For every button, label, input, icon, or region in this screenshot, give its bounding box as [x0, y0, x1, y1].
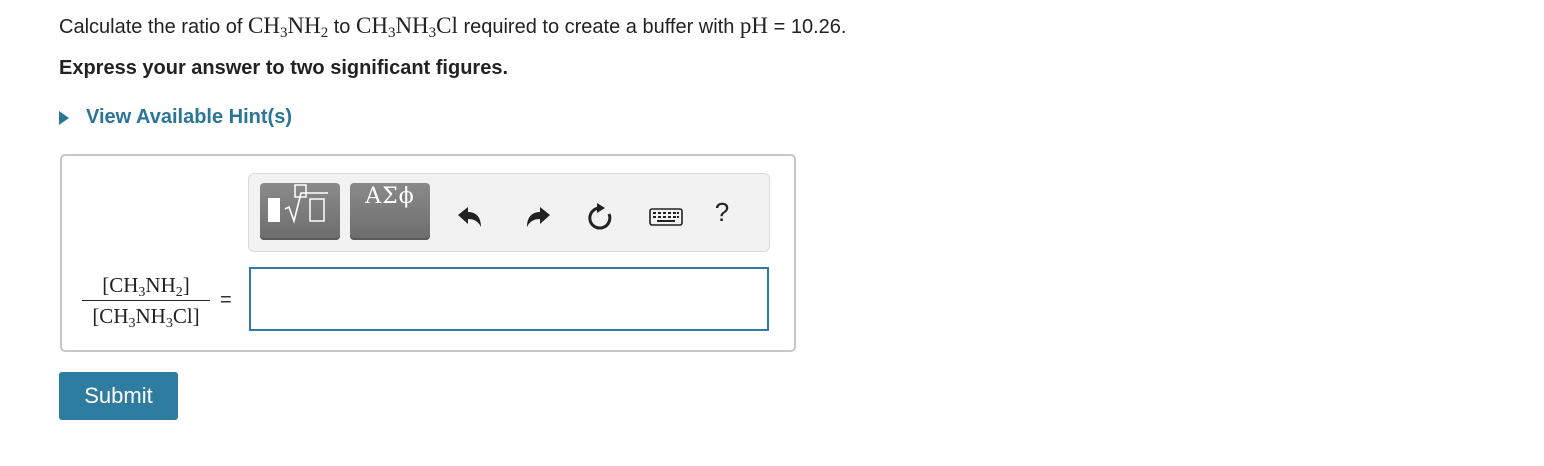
hint-label: View Available Hint(s) — [86, 106, 292, 128]
math-toolbar: ΑΣϕ ? — [248, 173, 770, 252]
question-equals: = — [768, 16, 791, 38]
fraction-numerator: [CH3NH2] — [102, 273, 190, 300]
submit-button[interactable]: Submit — [59, 372, 178, 420]
equals-sign: = — [220, 289, 232, 311]
caret-right-icon — [59, 110, 69, 125]
templates-button[interactable] — [260, 183, 340, 240]
base-formula: CH3NH2 — [248, 13, 329, 41]
view-hints-link[interactable]: View Available Hint(s) — [59, 106, 292, 129]
problem-page: Calculate the ratio of CH3NH2 to CH3NH3C… — [0, 0, 1544, 466]
ph-value: 10.26. — [790, 16, 847, 38]
answer-label-fraction: [CH3NH2] [CH3NH3Cl] — [82, 272, 210, 331]
fraction-denominator: [CH3NH3Cl] — [92, 304, 200, 331]
question-middle: to — [328, 16, 356, 38]
instruction-text: Express your answer to two significant f… — [59, 57, 508, 79]
ph-symbol: pH — [739, 13, 769, 38]
reset-icon[interactable] — [585, 202, 615, 232]
symbols-label: ΑΣϕ — [365, 184, 415, 209]
symbols-button[interactable]: ΑΣϕ — [350, 183, 430, 240]
question-suffix: required to create a buffer with — [457, 16, 740, 38]
keyboard-icon[interactable] — [649, 202, 683, 232]
square-root-template-icon — [268, 184, 328, 224]
redo-icon[interactable] — [523, 202, 553, 232]
salt-formula: CH3NH3Cl — [355, 13, 458, 41]
question-prefix: Calculate the ratio of — [59, 16, 248, 38]
answer-panel: ΑΣϕ ? [CH3NH2] [CH3NH3Cl] = — [60, 154, 796, 352]
undo-icon[interactable] — [455, 202, 485, 232]
question-text: Calculate the ratio of CH3NH2 to CH3NH3C… — [59, 12, 846, 41]
help-button[interactable]: ? — [707, 197, 737, 227]
answer-input[interactable] — [249, 267, 769, 331]
